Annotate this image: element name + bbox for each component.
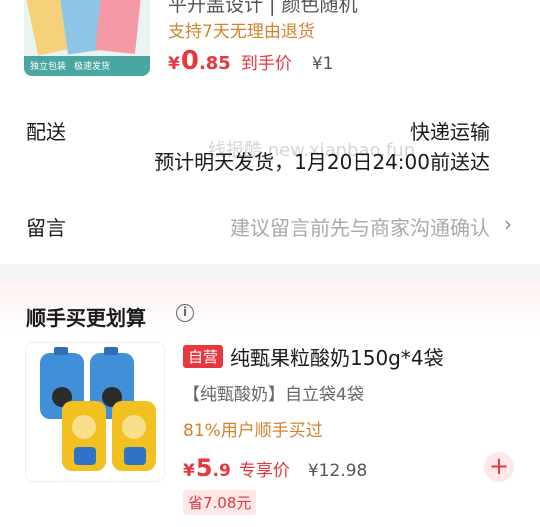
price-tag: 到手价: [240, 54, 292, 74]
refund-policy: 支持7天无理由退货: [168, 22, 315, 42]
bundle-original-price: ¥12.98: [307, 461, 368, 481]
delivery-label: 配送: [26, 120, 66, 144]
delivery-estimate: 预计明天发货，1月20日24:00前送达: [154, 150, 490, 174]
savings-badge: 省7.08元: [183, 490, 257, 515]
price-integer: 0: [180, 46, 199, 76]
bundle-product-image[interactable]: [25, 342, 165, 482]
section-divider: [0, 264, 540, 282]
top-price-row: ¥ 0 .85 到手价 ¥1: [168, 46, 333, 76]
message-label: 留言: [26, 216, 66, 240]
info-icon[interactable]: i: [176, 304, 194, 322]
original-price: ¥1: [311, 54, 334, 74]
price-decimal: .85: [198, 53, 231, 74]
thumb-badge-2: 极速发货: [74, 62, 111, 72]
bundle-bought-percent: 81%用户顺手买过: [183, 421, 323, 441]
yogurt-pouch-image: [26, 343, 164, 481]
bundle-price-tag: 专享价: [238, 461, 290, 481]
self-operated-badge: 自营: [183, 345, 224, 368]
bundle-price-decimal: .9: [212, 461, 231, 481]
bundle-section: 顺手买更划算 i 自营 纯甄果粒酸奶150g*4袋 【纯甄酸奶】自立袋4袋 81…: [0, 282, 540, 527]
bundle-price-integer: 5: [195, 454, 213, 482]
top-product-name: 平开盖设计 | 颜色随机: [168, 0, 358, 16]
add-to-order-button[interactable]: +: [484, 452, 514, 482]
message-input[interactable]: 建议留言前先与商家沟通确认: [230, 212, 490, 241]
top-product-card[interactable]: 独立包装 极速发货 平开盖设计 | 颜色随机 支持7天无理由退货 ¥ 0 .85…: [0, 0, 540, 100]
chevron-right-icon[interactable]: ›: [504, 212, 512, 236]
bundle-price-row: ¥ 5 .9 专享价 ¥12.98: [183, 454, 367, 482]
thumb-badge-1: 独立包装: [30, 62, 67, 72]
bundle-price-currency: ¥: [183, 461, 195, 481]
bundle-title: 顺手买更划算: [26, 306, 146, 330]
top-product-thumbnail[interactable]: 独立包装 极速发货: [24, 0, 150, 76]
bundle-product-subtitle: 【纯甄酸奶】自立袋4袋: [183, 385, 364, 405]
bundle-product-name[interactable]: 纯甄果粒酸奶150g*4袋: [230, 342, 444, 371]
shipping-method: 快递运输: [410, 120, 490, 144]
price-currency: ¥: [168, 54, 180, 74]
